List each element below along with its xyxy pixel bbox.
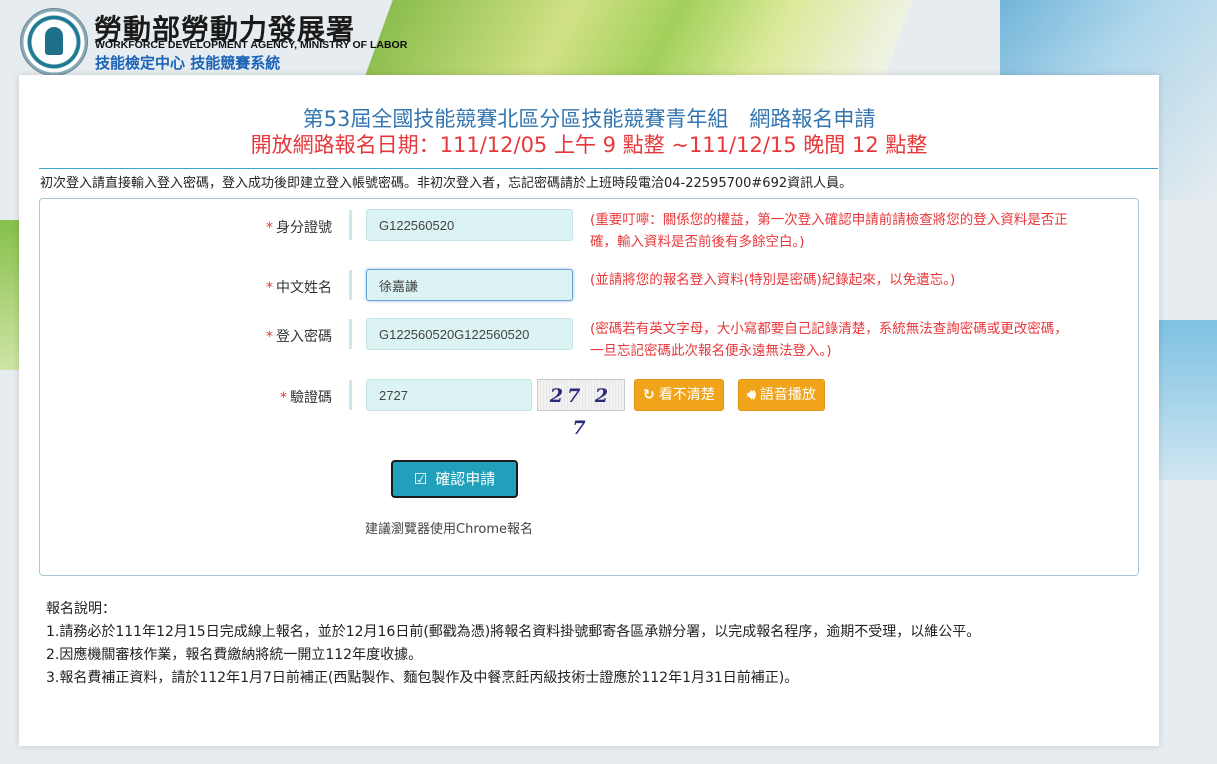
label-separator <box>349 270 352 300</box>
id-number-input[interactable] <box>366 209 573 241</box>
required-mark: * <box>266 220 273 236</box>
logo-emblem <box>45 27 63 55</box>
refresh-icon: ↻ <box>643 387 655 403</box>
agency-logo <box>20 8 88 76</box>
system-name: 技能檢定中心 技能競賽系統 <box>95 54 281 72</box>
password-label: * 登入密碼 <box>266 329 332 345</box>
title-divider <box>39 168 1158 169</box>
submit-application-button[interactable]: ☑ 確認申請 <box>391 460 518 498</box>
instruction-item: 1.請務必於111年12月15日完成線上報名，並於12月16日前(郵戳為憑)將報… <box>46 624 981 640</box>
required-mark: * <box>266 280 273 296</box>
login-notice: 初次登入請直接輸入登入密碼，登入成功後即建立登入帳號密碼。非初次登入者，忘記密碼… <box>40 176 853 191</box>
registration-instructions: 報名說明： 1.請務必於111年12月15日完成線上報名，並於12月16日前(郵… <box>46 598 980 690</box>
required-mark: * <box>266 329 273 345</box>
check-square-icon: ☑ <box>413 470 428 488</box>
name-hint: (並請將您的報名登入資料(特別是密碼)紀錄起來，以免遺忘。) <box>590 272 956 288</box>
main-card: 第53屆全國技能競賽北區分區技能競賽青年組 網路報名申請 開放網路報名日期：11… <box>19 75 1159 746</box>
refresh-captcha-button[interactable]: ↻ 看不清楚 <box>634 379 724 411</box>
captcha-input[interactable] <box>366 379 532 411</box>
registration-form: *身分證號 (重要叮嚀：關係您的權益，第一次登入確認申請前請檢查將您的登入資料是… <box>39 198 1139 576</box>
agency-name-en: WORKFORCE DEVELOPMENT AGENCY, MINISTRY O… <box>95 39 408 51</box>
volume-icon: 🔊︎ <box>747 387 756 403</box>
required-mark: * <box>280 390 287 406</box>
background-decoration <box>1158 320 1217 480</box>
password-hint: (密碼若有英文字母，大小寫都要自己記錄清楚，系統無法查詢密碼或更改密碼，一旦忘記… <box>590 321 1068 359</box>
browser-tip: 建議瀏覽器使用Chrome報名 <box>365 522 533 537</box>
site-header: 勞動部勞動力發展署 WORKFORCE DEVELOPMENT AGENCY, … <box>0 0 1217 76</box>
instruction-item: 2.因應機關審核作業，報名費繳納將統一開立112年度收據。 <box>46 647 423 663</box>
id-label: * 身分證號 <box>266 220 332 236</box>
registration-period: 開放網路報名日期：111/12/05 上午 9 點整 ~111/12/15 晚間… <box>250 133 928 157</box>
audio-captcha-button[interactable]: 🔊︎ 語音播放 <box>738 379 825 411</box>
label-separator <box>349 380 352 410</box>
password-input[interactable] <box>366 318 573 350</box>
label-separator <box>349 210 352 240</box>
instructions-heading: 報名說明： <box>46 601 116 617</box>
id-hint: (重要叮嚀：關係您的權益，第一次登入確認申請前請檢查將您的登入資料是否正確，輸入… <box>590 212 1068 250</box>
label-separator <box>349 319 352 349</box>
chinese-name-input[interactable] <box>366 269 573 301</box>
captcha-label: * 驗證碼 <box>280 390 332 406</box>
name-label: * 中文姓名 <box>266 280 332 296</box>
instruction-item: 3.報名費補正資料，請於112年1月7日前補正(西點製作、麵包製作及中餐烹飪丙級… <box>46 670 799 686</box>
captcha-image: 27 2 7 <box>537 379 625 439</box>
